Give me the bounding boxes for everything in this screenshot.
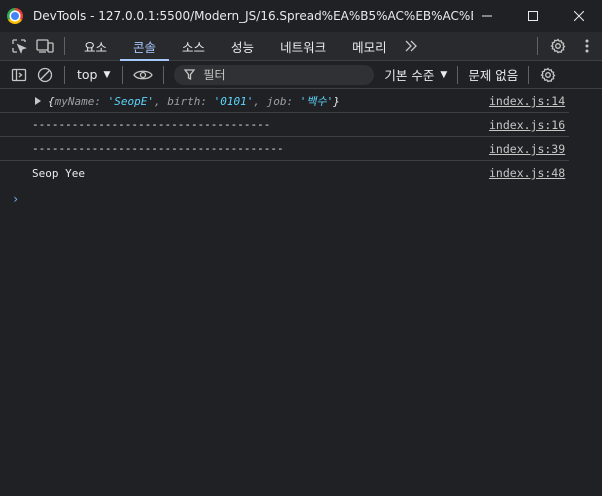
settings-button[interactable] [544, 32, 572, 60]
brace: { [48, 94, 55, 108]
colon: : [94, 94, 108, 108]
divider [122, 65, 124, 84]
tab-label: 콘솔 [133, 39, 157, 55]
device-toolbar-button[interactable] [32, 32, 58, 60]
console-message[interactable]: {myName: 'SeopE', birth: '0101', job: '백… [0, 89, 569, 113]
divider [64, 65, 65, 84]
inspect-icon [12, 39, 27, 54]
object-value: 'SeopE' [107, 94, 154, 108]
eye-icon [133, 70, 154, 79]
prompt-chevron-icon: › [12, 192, 20, 206]
device-icon [36, 39, 54, 53]
divider [163, 65, 165, 84]
tab-label: 성능 [231, 39, 255, 55]
tab-label: 요소 [84, 39, 108, 55]
tab-network[interactable]: 네트워크 [267, 32, 339, 60]
gear-icon [540, 67, 556, 82]
caret-down-icon: ▼ [440, 69, 448, 80]
customize-menu-button[interactable] [572, 32, 602, 60]
console-scrollbar[interactable] [569, 89, 602, 496]
tab-label: 메모리 [352, 39, 387, 55]
context-label: top [77, 67, 98, 82]
tab-memory[interactable]: 메모리 [339, 32, 400, 60]
caret-down-icon: ▼ [103, 69, 111, 80]
console-message: ------------------------------------ ind… [0, 113, 569, 137]
clear-icon [37, 67, 53, 82]
tab-elements[interactable]: 요소 [71, 32, 120, 60]
tab-performance[interactable]: 성능 [218, 32, 267, 60]
source-link[interactable]: index.js:39 [489, 142, 566, 156]
sidebar-icon [11, 68, 27, 81]
tab-console[interactable]: 콘솔 [120, 32, 170, 61]
devtools-tab-bar: 요소 콘솔 소스 성능 네트워크 메모리 [0, 32, 602, 61]
message-text: -------------------------------------- [32, 142, 284, 155]
brace: } [333, 94, 340, 108]
tab-bar-actions [531, 32, 602, 60]
object-key: birth [167, 94, 201, 108]
more-tabs-button[interactable] [400, 32, 422, 60]
inspect-element-button[interactable] [6, 32, 32, 60]
minimize-button[interactable] [464, 0, 510, 32]
filter-box[interactable] [174, 64, 375, 85]
expand-triangle-icon[interactable] [35, 97, 41, 105]
title-bar: DevTools - 127.0.0.1:5500/Modern_JS/16.S… [0, 0, 602, 32]
log-levels-dropdown[interactable]: 기본 수준 ▼ [384, 65, 447, 84]
tab-sources[interactable]: 소스 [169, 32, 218, 60]
vertical-dots-icon [585, 39, 589, 53]
console-message: Seop Yee index.js:48 [0, 161, 569, 185]
message-text: Seop Yee [32, 166, 85, 180]
show-sidebar-button[interactable] [6, 61, 32, 89]
source-link[interactable]: index.js:48 [489, 166, 566, 180]
divider [64, 37, 65, 55]
window-controls [464, 0, 602, 32]
console-settings-button[interactable] [535, 61, 561, 89]
tab-label: 네트워크 [280, 39, 327, 55]
message-text: ------------------------------------ [32, 118, 271, 131]
clear-console-button[interactable] [32, 61, 58, 89]
object-value: '0101' [213, 94, 254, 108]
divider [528, 65, 530, 84]
maximize-icon [528, 11, 538, 21]
filter-input[interactable] [201, 66, 366, 83]
console-input[interactable] [28, 189, 558, 209]
colon: : [200, 94, 214, 108]
console-message: -------------------------------------- i… [0, 137, 569, 161]
maximize-button[interactable] [510, 0, 556, 32]
live-expression-button[interactable] [129, 61, 157, 89]
log-levels-label: 기본 수준 [384, 68, 435, 83]
divider [457, 65, 459, 84]
colon: : [286, 94, 300, 108]
object-key: myName [54, 94, 95, 108]
double-chevron-right-icon [405, 40, 417, 52]
divider [537, 37, 538, 55]
window-title: DevTools - 127.0.0.1:5500/Modern_JS/16.S… [33, 9, 473, 23]
gear-icon [550, 38, 566, 54]
chrome-logo-icon [7, 8, 23, 24]
object-preview[interactable]: {myName: 'SeopE', birth: '0101', job: '백… [48, 93, 340, 109]
source-link[interactable]: index.js:16 [489, 118, 566, 132]
context-selector[interactable]: top ▼ [71, 61, 116, 88]
console-toolbar: top ▼ 기본 수준 ▼ 문제 없음 [0, 61, 602, 89]
issues-counter[interactable]: 문제 없음 [468, 65, 518, 84]
object-value: '백수' [299, 94, 334, 108]
comma: , [253, 94, 267, 108]
object-key: job [266, 94, 287, 108]
close-button[interactable] [556, 0, 602, 32]
console-output: {myName: 'SeopE', birth: '0101', job: '백… [0, 89, 569, 496]
minimize-icon [482, 15, 492, 17]
comma: , [153, 94, 168, 108]
filter-icon [184, 69, 196, 80]
source-link[interactable]: index.js:14 [489, 94, 566, 108]
tab-label: 소스 [182, 39, 206, 55]
close-icon [574, 11, 584, 21]
